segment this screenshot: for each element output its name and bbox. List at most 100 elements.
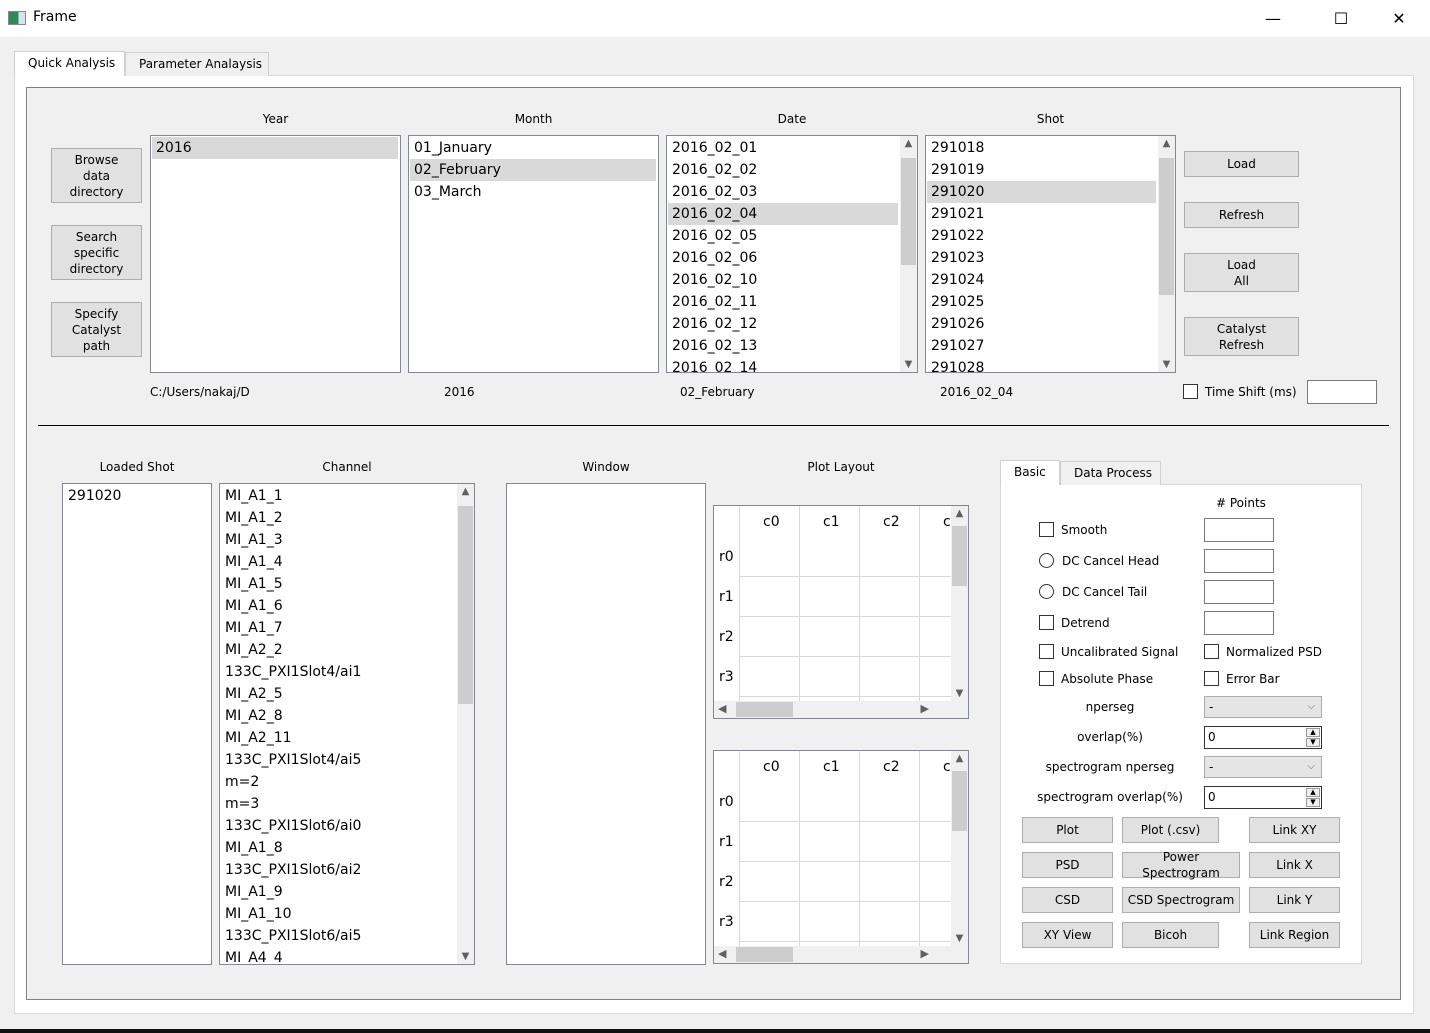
shot-list-item[interactable]: 291027	[927, 335, 1156, 357]
load-all-button[interactable]: Load All	[1184, 253, 1299, 292]
channel-list-item[interactable]: MI_A1_4	[221, 551, 455, 573]
channel-list-item[interactable]: MI_A1_3	[221, 529, 455, 551]
channel-list-item[interactable]: m=3	[221, 793, 455, 815]
channel-list-item[interactable]: MI_A2_5	[221, 683, 455, 705]
spin-down-icon[interactable]: ▼	[1306, 738, 1320, 747]
detrend-checkbox[interactable]	[1039, 615, 1054, 630]
month-list-item[interactable]: 02_February	[410, 159, 656, 181]
channel-list-item[interactable]: MI_A4_4	[221, 947, 455, 964]
search-specific-directory-button[interactable]: Search specific directory	[51, 225, 142, 280]
tab-basic[interactable]: Basic	[1000, 460, 1060, 485]
grid-vertical-scrollbar[interactable]: ▲ ▼	[951, 506, 968, 701]
shot-list-item[interactable]: 291019	[927, 159, 1156, 181]
tab-data-process[interactable]: Data Process	[1060, 461, 1161, 485]
normalized-psd-checkbox[interactable]	[1204, 644, 1219, 659]
shot-list-item[interactable]: 291025	[927, 291, 1156, 313]
date-list-item[interactable]: 2016_02_11	[668, 291, 898, 313]
load-button[interactable]: Load	[1184, 151, 1299, 177]
shot-list-item[interactable]: 291022	[927, 225, 1156, 247]
channel-list[interactable]: MI_A1_1 MI_A1_2 MI_A1_3 MI_A1_4 MI_A1_5 MI_A1…	[219, 483, 475, 965]
scroll-thumb[interactable]	[952, 771, 967, 831]
time-shift-input[interactable]	[1307, 380, 1377, 404]
scroll-left-icon[interactable]: ◀	[718, 947, 726, 960]
plot-button[interactable]: Plot	[1022, 817, 1113, 843]
channel-list-item[interactable]: MI_A1_7	[221, 617, 455, 639]
channel-scrollbar[interactable]: ▲ ▼	[457, 484, 474, 964]
spin-up-icon[interactable]: ▲	[1306, 788, 1320, 797]
shot-list-item[interactable]: 291021	[927, 203, 1156, 225]
channel-list-item[interactable]: MI_A2_8	[221, 705, 455, 727]
channel-list-item[interactable]: MI_A1_1	[221, 485, 455, 507]
uncalibrated-signal-checkbox[interactable]	[1039, 644, 1054, 659]
refresh-button[interactable]: Refresh	[1184, 202, 1299, 228]
scroll-down-icon[interactable]: ▼	[900, 359, 917, 370]
channel-list-item[interactable]: MI_A1_9	[221, 881, 455, 903]
shot-list-item[interactable]: 291023	[927, 247, 1156, 269]
spin-down-icon[interactable]: ▼	[1306, 798, 1320, 807]
date-list-item[interactable]: 2016_02_13	[668, 335, 898, 357]
csd-button[interactable]: CSD	[1022, 887, 1113, 913]
scroll-down-icon[interactable]: ▼	[1158, 359, 1175, 370]
date-list-item[interactable]: 2016_02_04	[668, 203, 898, 225]
plot-layout-grid-2[interactable]: c0 c1 c2 c r0 r1 r2 r3 ▲ ▼ ◀ ▶	[713, 750, 969, 964]
scroll-up-icon[interactable]: ▲	[1158, 138, 1175, 149]
date-list-item[interactable]: 2016_02_01	[668, 137, 898, 159]
plot-csv-button[interactable]: Plot (.csv)	[1122, 817, 1219, 843]
shot-list-item[interactable]: 291024	[927, 269, 1156, 291]
absolute-phase-checkbox[interactable]	[1039, 671, 1054, 686]
minimize-button[interactable]: —	[1250, 4, 1296, 32]
shot-list-item[interactable]: 291020	[927, 181, 1156, 203]
scroll-right-icon[interactable]: ▶	[921, 947, 929, 960]
specify-catalyst-path-button[interactable]: Specify Catalyst path	[51, 302, 142, 357]
browse-data-directory-button[interactable]: Browse data directory	[51, 148, 142, 203]
scroll-right-icon[interactable]: ▶	[921, 702, 929, 715]
grid-horizontal-scrollbar[interactable]: ◀ ▶	[714, 701, 951, 718]
scroll-up-icon[interactable]: ▲	[900, 138, 917, 149]
shot-list-item[interactable]: 291026	[927, 313, 1156, 335]
error-bar-checkbox[interactable]	[1204, 671, 1219, 686]
scroll-thumb[interactable]	[901, 158, 916, 265]
close-button[interactable]: ✕	[1376, 4, 1422, 32]
date-scrollbar[interactable]: ▲ ▼	[900, 136, 917, 372]
shot-list[interactable]: 291018 291019 291020 291021 291022 291023 2910…	[925, 135, 1176, 373]
spectrogram-overlap-spinbox[interactable]: 0 ▲ ▼	[1204, 786, 1322, 809]
scroll-up-icon[interactable]: ▲	[951, 753, 968, 764]
scroll-down-icon[interactable]: ▼	[457, 951, 474, 962]
spin-up-icon[interactable]: ▲	[1306, 728, 1320, 737]
link-region-button[interactable]: Link Region	[1249, 922, 1340, 948]
channel-list-item[interactable]: 133C_PXI1Slot6/ai0	[221, 815, 455, 837]
date-list-item[interactable]: 2016_02_02	[668, 159, 898, 181]
scroll-down-icon[interactable]: ▼	[951, 933, 968, 944]
tab-quick-analysis[interactable]: Quick Analysis	[14, 51, 125, 76]
channel-list-item[interactable]: m=2	[221, 771, 455, 793]
plot-layout-grid-1[interactable]: c0 c1 c2 c r0 r1 r2 r3 ▲ ▼ ◀ ▶	[713, 505, 969, 719]
month-list[interactable]: 01_January 02_February 03_March	[408, 135, 659, 373]
window-list[interactable]	[506, 483, 706, 965]
scroll-up-icon[interactable]: ▲	[457, 486, 474, 497]
channel-list-item[interactable]: 133C_PXI1Slot4/ai1	[221, 661, 455, 683]
link-x-button[interactable]: Link X	[1249, 852, 1340, 878]
scroll-thumb[interactable]	[1159, 158, 1174, 295]
psd-button[interactable]: PSD	[1022, 852, 1113, 878]
channel-list-item[interactable]: 133C_PXI1Slot6/ai2	[221, 859, 455, 881]
csd-spectrogram-button[interactable]: CSD Spectrogram	[1122, 887, 1240, 913]
channel-list-item[interactable]: MI_A1_2	[221, 507, 455, 529]
channel-list-item[interactable]: 133C_PXI1Slot6/ai5	[221, 925, 455, 947]
dc-head-points-input[interactable]	[1204, 549, 1274, 573]
overlap-spinbox[interactable]: 0 ▲ ▼	[1204, 726, 1322, 749]
maximize-button[interactable]: ☐	[1318, 4, 1364, 32]
scroll-thumb[interactable]	[458, 506, 473, 704]
channel-list-item[interactable]: MI_A1_5	[221, 573, 455, 595]
date-list-item[interactable]: 2016_02_10	[668, 269, 898, 291]
power-spectrogram-button[interactable]: Power Spectrogram	[1122, 850, 1240, 880]
detrend-points-input[interactable]	[1204, 611, 1274, 635]
channel-list-item[interactable]: MI_A1_10	[221, 903, 455, 925]
shot-list-item[interactable]: 291018	[927, 137, 1156, 159]
channel-list-item[interactable]: MI_A1_8	[221, 837, 455, 859]
xy-view-button[interactable]: XY View	[1022, 922, 1113, 948]
smooth-checkbox[interactable]	[1039, 522, 1054, 537]
channel-list-item[interactable]: MI_A1_6	[221, 595, 455, 617]
month-list-item[interactable]: 01_January	[410, 137, 656, 159]
channel-list-item[interactable]: MI_A2_2	[221, 639, 455, 661]
month-list-item[interactable]: 03_March	[410, 181, 656, 203]
